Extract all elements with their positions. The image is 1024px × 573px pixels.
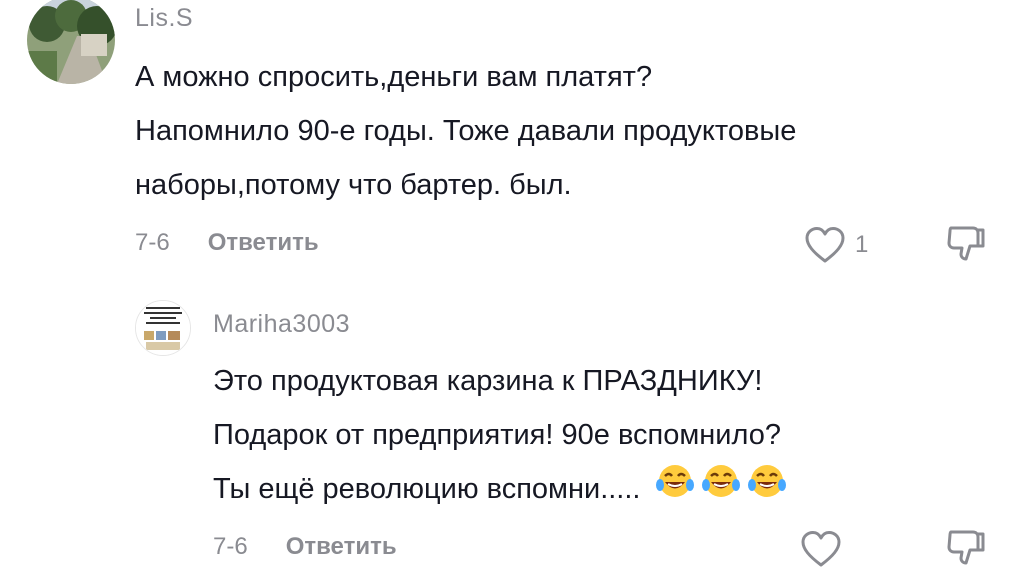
comment-text-line: наборы,потому что бартер. был. xyxy=(135,169,572,201)
comment-text-line: Ты ещё революцию вспомни..... xyxy=(213,462,787,517)
avatar-image xyxy=(136,301,190,355)
dislike-button[interactable] xyxy=(945,526,987,573)
like-count: 1 xyxy=(855,231,869,258)
comment-username[interactable]: Mariha3003 xyxy=(213,310,350,339)
heart-outline-icon xyxy=(801,531,841,567)
comment-date: 7-6 xyxy=(135,229,170,256)
comment-date: 7-6 xyxy=(213,533,248,560)
comment-text-fragment: Ты ещё революцию вспомни..... xyxy=(213,473,641,505)
laughing-tears-emoji xyxy=(747,463,787,517)
comment-text-line: Напомнило 90-е годы. Тоже давали продукт… xyxy=(135,115,797,147)
comment-text-line: Это продуктовая карзина к ПРАЗДНИКУ! xyxy=(213,365,763,397)
comment-text: А можно спросить,деньги вам платят? Напо… xyxy=(135,50,796,212)
laughing-tears-emoji xyxy=(655,463,695,517)
thumbs-down-outline-icon xyxy=(947,226,985,261)
thumbs-down-outline-icon xyxy=(947,530,985,565)
like-button[interactable]: 1 xyxy=(804,226,868,264)
comment-meta: 7-6 Ответить xyxy=(213,533,397,561)
dislike-button[interactable] xyxy=(945,222,987,269)
comment-meta: 7-6 Ответить xyxy=(135,229,319,257)
comment-username[interactable]: Lis.S xyxy=(135,4,193,33)
heart-outline-icon xyxy=(805,227,845,263)
laughing-tears-emoji xyxy=(701,463,741,517)
reply-button[interactable]: Ответить xyxy=(286,533,397,561)
reply-button[interactable]: Ответить xyxy=(208,229,319,257)
like-button[interactable] xyxy=(800,530,842,568)
comment-text: Это продуктовая карзина к ПРАЗДНИКУ! Под… xyxy=(213,354,787,517)
comment-text-line: А можно спросить,деньги вам платят? xyxy=(135,61,653,93)
avatar[interactable] xyxy=(27,0,115,84)
comment-text-line: Подарок от предприятия! 90е вспомнило? xyxy=(213,419,782,451)
avatar-image xyxy=(27,0,115,84)
avatar[interactable] xyxy=(135,300,191,356)
